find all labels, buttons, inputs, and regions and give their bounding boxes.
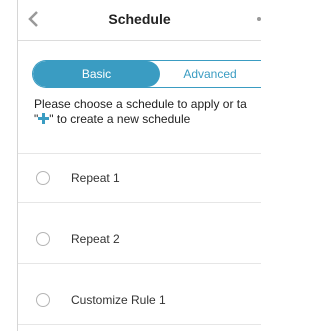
radio-button[interactable] <box>36 293 50 307</box>
page-title: Schedule <box>108 11 171 27</box>
radio-button[interactable] <box>36 232 50 246</box>
instruction-suffix: " to create a new schedule <box>49 112 191 126</box>
divider <box>18 153 261 154</box>
more-icon[interactable] <box>257 17 261 21</box>
list-item[interactable]: Repeat 1 <box>18 158 261 203</box>
list-item[interactable]: Customize Rule 1 <box>18 280 261 325</box>
instruction-text: Please choose a schedule to apply or ta … <box>34 97 261 127</box>
segmented-control: Basic Advanced <box>32 60 261 88</box>
radio-button[interactable] <box>36 171 50 185</box>
header-bar: Schedule <box>18 0 261 41</box>
tab-advanced[interactable]: Advanced <box>160 61 260 87</box>
schedule-label: Repeat 1 <box>71 171 120 185</box>
schedule-label: Repeat 2 <box>71 232 120 246</box>
schedule-screen: Schedule Basic Advanced Please choose a … <box>17 0 261 331</box>
instruction-line-1: Please choose a schedule to apply or ta <box>34 97 247 111</box>
tab-basic[interactable]: Basic <box>33 61 160 87</box>
schedule-label: Customize Rule 1 <box>71 293 166 307</box>
instruction-line-2: " " to create a new schedule <box>34 112 261 127</box>
plus-icon <box>38 113 50 124</box>
list-item[interactable]: Repeat 2 <box>18 219 261 264</box>
